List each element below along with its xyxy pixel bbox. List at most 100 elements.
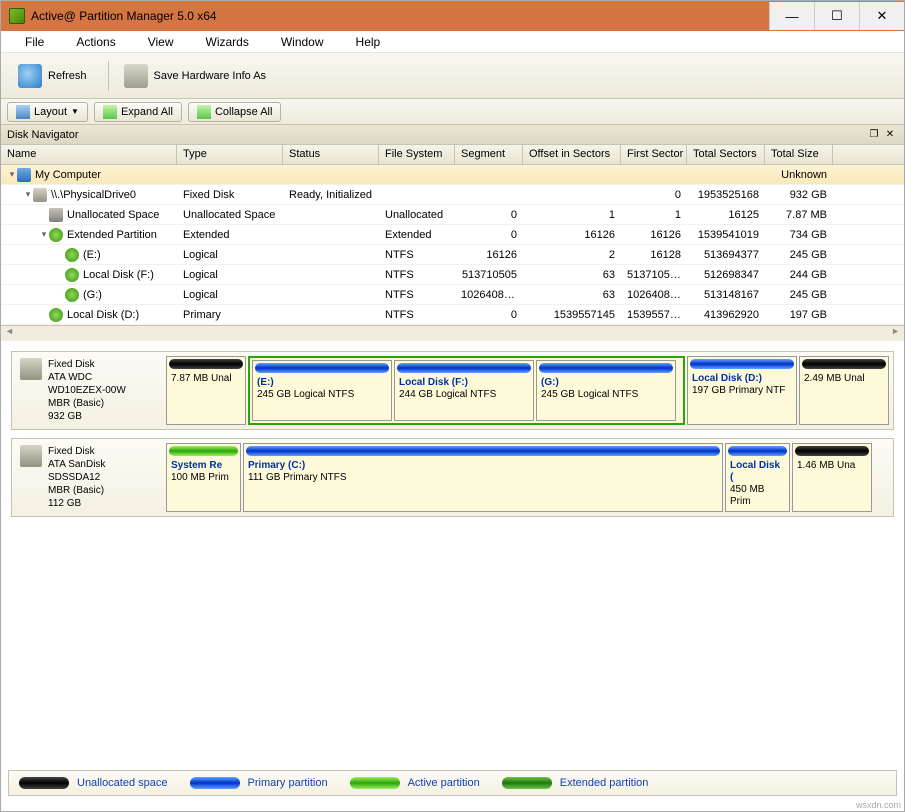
menu-actions[interactable]: Actions (60, 32, 131, 52)
table-row[interactable]: ▾My ComputerUnknown (1, 165, 904, 185)
layout-icon (16, 105, 30, 119)
partition-label: Primary (C:)111 GB Primary NTFS (244, 458, 722, 486)
cell: 197 GB (765, 309, 833, 321)
partition-block[interactable]: 1.46 MB Una (792, 443, 872, 512)
legend-item: Extended partition (500, 775, 649, 791)
table-row[interactable]: Local Disk (D:)PrimaryNTFS01539557145153… (1, 305, 904, 325)
menu-view[interactable]: View (132, 32, 190, 52)
column-header[interactable]: Status (283, 145, 379, 164)
disk-info[interactable]: Fixed DiskATA WDCWD10EZEX-00WMBR (Basic)… (12, 352, 162, 429)
cell: 16125 (687, 209, 765, 221)
partition-block[interactable]: Local Disk (450 MB Prim (725, 443, 790, 512)
cell: Extended (379, 229, 455, 241)
cell: 513148167 (687, 289, 765, 301)
partition-block[interactable]: Local Disk (D:)197 GB Primary NTF (687, 356, 797, 425)
column-header[interactable]: Name (1, 145, 177, 164)
cell: Ready, Initialized (283, 189, 379, 201)
table-row[interactable]: ▾\\.\PhysicalDrive0Fixed DiskReady, Init… (1, 185, 904, 205)
cell: 1539557145 (523, 309, 621, 321)
partition-label: 7.87 MB Unal (167, 371, 245, 387)
partition-label: 1.46 MB Una (793, 458, 871, 474)
disk-info[interactable]: Fixed DiskATA SanDiskSDSSDA12MBR (Basic)… (12, 439, 162, 516)
column-header[interactable]: Segment (455, 145, 523, 164)
disk-row: Fixed DiskATA WDCWD10EZEX-00WMBR (Basic)… (11, 351, 894, 430)
expand-all-button[interactable]: Expand All (94, 102, 182, 122)
refresh-button[interactable]: Refresh (7, 57, 98, 95)
partition-label: (G:)245 GB Logical NTFS (537, 375, 675, 403)
menu-wizards[interactable]: Wizards (190, 32, 265, 52)
collapse-icon (197, 105, 211, 119)
legend: Unallocated spacePrimary partitionActive… (8, 770, 897, 796)
cell: NTFS (379, 289, 455, 301)
close-button[interactable]: ✕ (859, 2, 904, 30)
menu-file[interactable]: File (9, 32, 60, 52)
partition-block[interactable]: Local Disk (F:)244 GB Logical NTFS (394, 360, 534, 421)
legend-swatch (350, 777, 400, 789)
minimize-button[interactable]: — (769, 2, 814, 30)
row-name: (G:) (83, 288, 102, 300)
toolbar-separator (108, 61, 109, 91)
disk-map-panel: Fixed DiskATA WDCWD10EZEX-00WMBR (Basic)… (1, 341, 904, 535)
partition-bar (255, 363, 389, 373)
partition-bar (539, 363, 673, 373)
partition-block[interactable]: System Re100 MB Prim (166, 443, 241, 512)
partition-block[interactable]: 7.87 MB Unal (166, 356, 246, 425)
part-icon (65, 268, 79, 282)
column-header[interactable]: Total Size (765, 145, 833, 164)
cell: 0 (621, 189, 687, 201)
collapse-all-button[interactable]: Collapse All (188, 102, 281, 122)
panel-close-button[interactable]: ✕ (882, 129, 898, 140)
save-hw-button[interactable]: Save Hardware Info As (113, 57, 278, 95)
extended-partition-wrap[interactable]: (E:)245 GB Logical NTFSLocal Disk (F:)24… (248, 356, 685, 425)
table-row[interactable]: (E:)LogicalNTFS16126216128513694377245 G… (1, 245, 904, 265)
table-row[interactable]: Unallocated SpaceUnallocated SpaceUnallo… (1, 205, 904, 225)
partition-area: 7.87 MB Unal(E:)245 GB Logical NTFSLocal… (162, 352, 893, 429)
partition-label: Local Disk (F:)244 GB Logical NTFS (395, 375, 533, 403)
legend-swatch (19, 777, 69, 789)
partition-block[interactable]: 2.49 MB Unal (799, 356, 889, 425)
row-name: My Computer (35, 168, 101, 180)
column-header[interactable]: Offset in Sectors (523, 145, 621, 164)
partition-block[interactable]: Primary (C:)111 GB Primary NTFS (243, 443, 723, 512)
window-title: Active@ Partition Manager 5.0 x64 (31, 9, 769, 23)
partition-block[interactable]: (G:)245 GB Logical NTFS (536, 360, 676, 421)
cell: 513694377 (687, 249, 765, 261)
refresh-label: Refresh (48, 70, 87, 82)
cell: 1953525168 (687, 189, 765, 201)
legend-label: Extended partition (560, 777, 649, 789)
table-row[interactable]: (G:)LogicalNTFS1026408915631026408978513… (1, 285, 904, 305)
panel-float-button[interactable]: ❐ (866, 129, 882, 140)
main-toolbar: Refresh Save Hardware Info As (1, 53, 904, 99)
legend-swatch (502, 777, 552, 789)
cell: 932 GB (765, 189, 833, 201)
panel-title: Disk Navigator (7, 129, 866, 141)
column-header[interactable]: File System (379, 145, 455, 164)
menu-help[interactable]: Help (340, 32, 397, 52)
expand-icon (103, 105, 117, 119)
legend-item: Primary partition (188, 775, 328, 791)
tree-toggle[interactable]: ▾ (7, 169, 17, 180)
save-icon (124, 64, 148, 88)
partition-block[interactable]: (E:)245 GB Logical NTFS (252, 360, 392, 421)
refresh-icon (18, 64, 42, 88)
disk-info-text: Fixed DiskATA WDCWD10EZEX-00WMBR (Basic)… (48, 358, 126, 423)
table-row[interactable]: Local Disk (F:)LogicalNTFS51371050563513… (1, 265, 904, 285)
tree-toggle[interactable]: ▾ (23, 189, 33, 200)
table-row[interactable]: ▾Extended PartitionExtendedExtended01612… (1, 225, 904, 245)
cell: 1539557145 (621, 309, 687, 321)
partition-bar (802, 359, 886, 369)
titlebar[interactable]: Active@ Partition Manager 5.0 x64 — ☐ ✕ (1, 1, 904, 31)
cell: 16126 (455, 249, 523, 261)
grid-body: ▾My ComputerUnknown▾\\.\PhysicalDrive0Fi… (1, 165, 904, 325)
layout-button[interactable]: Layout ▼ (7, 102, 88, 122)
maximize-button[interactable]: ☐ (814, 2, 859, 30)
menu-window[interactable]: Window (265, 32, 340, 52)
column-header[interactable]: First Sector (621, 145, 687, 164)
tree-toggle[interactable]: ▾ (39, 229, 49, 240)
column-header[interactable]: Total Sectors (687, 145, 765, 164)
column-header[interactable]: Type (177, 145, 283, 164)
part-icon (65, 248, 79, 262)
horizontal-scrollbar[interactable]: ◄► (1, 325, 904, 341)
disk-row: Fixed DiskATA SanDiskSDSSDA12MBR (Basic)… (11, 438, 894, 517)
partition-label: System Re100 MB Prim (167, 458, 240, 486)
